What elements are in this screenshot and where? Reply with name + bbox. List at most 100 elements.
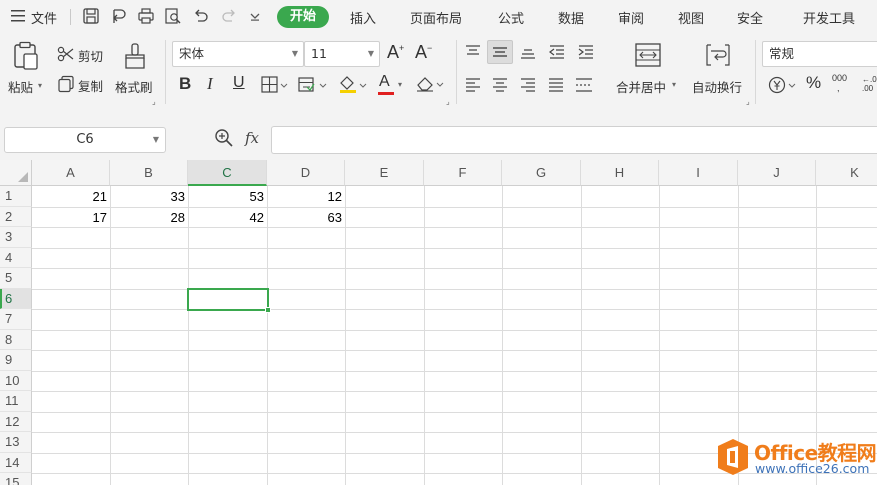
column-header-j[interactable]: J [738,160,816,186]
distributed-align-icon[interactable] [574,77,594,97]
paste-button[interactable]: 粘贴 [8,77,33,96]
cell-b2[interactable]: 28 [110,208,188,228]
save-icon[interactable] [82,7,100,25]
row-header-10[interactable]: 10 [0,370,32,391]
redo-icon[interactable] [220,7,238,25]
align-left-icon[interactable] [464,77,482,97]
percent-button[interactable]: % [806,73,821,93]
share-icon[interactable] [110,7,128,25]
row-header-8[interactable]: 8 [0,329,32,350]
decrease-font-button[interactable]: A− [415,42,432,63]
borders-icon[interactable] [261,76,289,98]
name-box[interactable]: C6 ▼ [4,127,166,153]
tab-view[interactable]: 视图 [678,8,704,27]
tab-review[interactable]: 审阅 [618,8,644,27]
font-launcher-icon[interactable]: ⌟ [446,97,450,106]
row-header-7[interactable]: 7 [0,309,32,330]
select-all-corner[interactable] [0,160,32,186]
cell-d2[interactable]: 63 [267,208,345,228]
increase-decimal-icon[interactable]: ←.0.00 [862,75,877,93]
column-header-g[interactable]: G [502,160,581,186]
merge-center-button[interactable]: 合并居中 [616,77,666,96]
column-header-b[interactable]: B [110,160,188,186]
wrap-text-button[interactable]: 自动换行 [692,77,742,96]
font-color-button[interactable]: A [379,73,390,91]
row-header-4[interactable]: 4 [0,247,32,268]
bold-button[interactable]: B [179,74,191,94]
tab-security[interactable]: 安全 [737,8,763,27]
align-middle-button[interactable] [487,40,513,64]
row-header-2[interactable]: 2 [0,206,32,227]
wrap-text-icon[interactable] [704,42,732,72]
cell-c1[interactable]: 53 [188,187,267,207]
clear-format-icon[interactable] [415,75,445,97]
cell-c2[interactable]: 42 [188,208,267,228]
zoom-search-icon[interactable] [214,128,234,152]
cell-a1[interactable]: 21 [32,187,110,207]
print-icon[interactable] [137,7,155,25]
cell-a2[interactable]: 17 [32,208,110,228]
file-menu[interactable]: 文件 [31,8,57,27]
italic-button[interactable]: I [207,74,213,94]
format-painter-button[interactable]: 格式刷 [115,77,153,96]
justify-icon[interactable] [547,77,565,97]
row-header-11[interactable]: 11 [0,391,32,412]
copy-button[interactable]: 复制 [78,76,103,95]
print-preview-icon[interactable] [164,7,182,25]
increase-font-button[interactable]: A+ [387,42,404,63]
font-size-select[interactable]: 11 ▼ [304,41,380,67]
align-top-icon[interactable] [464,44,482,64]
decrease-indent-icon[interactable] [548,44,566,64]
cut-button[interactable]: 剪切 [78,46,103,65]
tab-insert[interactable]: 插入 [350,8,376,27]
row-header-6[interactable]: 6 [0,288,32,309]
selected-cell-c6[interactable] [187,288,271,313]
underline-button[interactable]: U [233,74,245,92]
alignment-launcher-icon[interactable]: ⌟ [746,97,750,106]
column-header-e[interactable]: E [345,160,424,186]
tab-page-layout[interactable]: 页面布局 [410,8,462,27]
row-header-5[interactable]: 5 [0,268,32,289]
formula-input[interactable] [271,126,877,154]
tab-data[interactable]: 数据 [558,8,584,27]
cell-b1[interactable]: 33 [110,187,188,207]
number-format-select[interactable]: 常规 [762,41,877,67]
format-painter-icon[interactable] [123,42,147,74]
paste-icon[interactable] [12,41,40,75]
row-header-12[interactable]: 12 [0,411,32,432]
clipboard-launcher-icon[interactable]: ⌟ [152,97,156,106]
align-bottom-icon[interactable] [519,44,537,64]
tab-start[interactable]: 开始 [277,6,329,28]
align-center-icon[interactable] [491,77,509,97]
column-header-a[interactable]: A [32,160,110,186]
undo-icon[interactable] [192,7,210,25]
tab-developer[interactable]: 开发工具 [803,8,855,27]
column-header-c[interactable]: C [188,160,267,186]
chevron-down-icon[interactable]: ▾ [672,80,676,89]
merge-center-icon[interactable] [634,42,662,72]
cell-d1[interactable]: 12 [267,187,345,207]
insert-function-button[interactable]: fx [245,129,259,147]
column-header-f[interactable]: F [424,160,502,186]
hamburger-menu-icon[interactable] [10,9,28,27]
paste-dropdown-icon[interactable]: ▾ [38,81,42,90]
row-header-15[interactable]: 15 [0,473,32,485]
row-header-1[interactable]: 1 [0,186,32,207]
column-header-i[interactable]: I [659,160,738,186]
copy-icon[interactable] [57,75,75,97]
currency-icon[interactable] [768,75,798,99]
cell-style-icon[interactable] [298,76,328,98]
fill-color-icon[interactable] [338,74,368,98]
customize-toolbar-icon[interactable] [248,7,266,25]
cut-icon[interactable] [57,46,75,66]
chevron-down-icon[interactable]: ▾ [398,80,402,89]
tab-formulas[interactable]: 公式 [498,8,524,27]
fill-handle[interactable] [265,307,271,313]
column-header-d[interactable]: D [267,160,345,186]
align-right-icon[interactable] [519,77,537,97]
column-header-h[interactable]: H [581,160,659,186]
increase-indent-icon[interactable] [577,44,595,64]
row-header-3[interactable]: 3 [0,227,32,248]
row-header-13[interactable]: 13 [0,432,32,453]
row-header-14[interactable]: 14 [0,452,32,473]
